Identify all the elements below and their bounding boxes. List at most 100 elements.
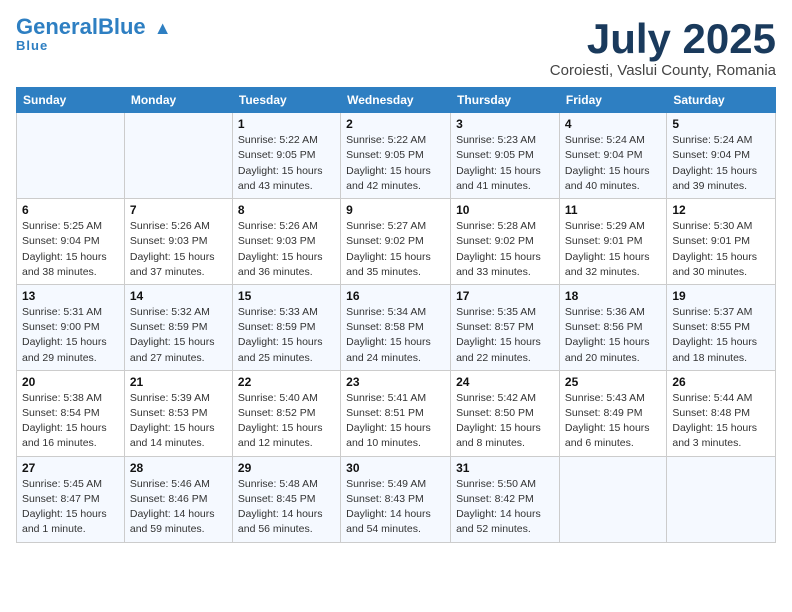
day-cell: 27 Sunrise: 5:45 AM Sunset: 8:47 PM Dayli… <box>17 456 125 542</box>
day-cell <box>559 456 666 542</box>
week-row-2: 6 Sunrise: 5:25 AM Sunset: 9:04 PM Daylig… <box>17 199 776 285</box>
day-detail: Sunrise: 5:23 AM Sunset: 9:05 PM Dayligh… <box>456 133 554 194</box>
day-number: 1 <box>238 117 335 131</box>
day-cell: 20 Sunrise: 5:38 AM Sunset: 8:54 PM Dayli… <box>17 370 125 456</box>
day-number: 29 <box>238 461 335 475</box>
day-number: 5 <box>672 117 770 131</box>
col-wednesday: Wednesday <box>341 88 451 113</box>
day-number: 18 <box>565 289 661 303</box>
day-number: 25 <box>565 375 661 389</box>
day-number: 8 <box>238 203 335 217</box>
day-cell: 8Sunrise: 5:26 AM Sunset: 9:03 PM Daylig… <box>232 199 340 285</box>
day-cell: 7 Sunrise: 5:26 AM Sunset: 9:03 PM Daylig… <box>124 199 232 285</box>
day-cell: 24 Sunrise: 5:42 AM Sunset: 8:50 PM Dayli… <box>451 370 560 456</box>
logo-general: General <box>16 14 98 39</box>
day-cell: 2Sunrise: 5:22 AM Sunset: 9:05 PM Daylig… <box>341 113 451 199</box>
day-detail: Sunrise: 5:26 AM Sunset: 9:03 PM Dayligh… <box>130 219 227 280</box>
day-cell: 19Sunrise: 5:37 AM Sunset: 8:55 PM Dayli… <box>667 284 776 370</box>
day-cell: 17Sunrise: 5:35 AM Sunset: 8:57 PM Dayli… <box>451 284 560 370</box>
day-detail: Sunrise: 5:42 AM Sunset: 8:50 PM Dayligh… <box>456 391 554 452</box>
logo-sub: Blue <box>16 38 48 53</box>
day-number: 16 <box>346 289 445 303</box>
day-number: 14 <box>130 289 227 303</box>
day-number: 26 <box>672 375 770 389</box>
day-cell: 30 Sunrise: 5:49 AM Sunset: 8:43 PM Dayli… <box>341 456 451 542</box>
day-number: 13 <box>22 289 119 303</box>
day-number: 19 <box>672 289 770 303</box>
day-detail: Sunrise: 5:35 AM Sunset: 8:57 PM Dayligh… <box>456 305 554 366</box>
day-cell: 29 Sunrise: 5:48 AM Sunset: 8:45 PM Dayli… <box>232 456 340 542</box>
day-cell: 4Sunrise: 5:24 AM Sunset: 9:04 PM Daylig… <box>559 113 666 199</box>
day-number: 12 <box>672 203 770 217</box>
day-cell: 28Sunrise: 5:46 AM Sunset: 8:46 PM Dayli… <box>124 456 232 542</box>
col-saturday: Saturday <box>667 88 776 113</box>
day-number: 15 <box>238 289 335 303</box>
day-cell: 23Sunrise: 5:41 AM Sunset: 8:51 PM Dayli… <box>341 370 451 456</box>
header: GeneralBlue ▲ Blue July 2025 Coroiesti, … <box>16 16 776 79</box>
calendar-title: July 2025 <box>550 16 776 62</box>
day-cell: 22 Sunrise: 5:40 AM Sunset: 8:52 PM Dayli… <box>232 370 340 456</box>
logo: GeneralBlue ▲ Blue <box>16 16 172 53</box>
day-cell: 6 Sunrise: 5:25 AM Sunset: 9:04 PM Daylig… <box>17 199 125 285</box>
day-detail: Sunrise: 5:33 AM Sunset: 8:59 PM Dayligh… <box>238 305 335 366</box>
day-cell: 16 Sunrise: 5:34 AM Sunset: 8:58 PM Dayli… <box>341 284 451 370</box>
day-number: 27 <box>22 461 119 475</box>
day-cell: 31Sunrise: 5:50 AM Sunset: 8:42 PM Dayli… <box>451 456 560 542</box>
day-cell: 13Sunrise: 5:31 AM Sunset: 9:00 PM Dayli… <box>17 284 125 370</box>
day-number: 28 <box>130 461 227 475</box>
day-cell: 1 Sunrise: 5:22 AM Sunset: 9:05 PM Daylig… <box>232 113 340 199</box>
day-number: 6 <box>22 203 119 217</box>
day-number: 22 <box>238 375 335 389</box>
logo-blue: Blue <box>98 14 146 39</box>
col-sunday: Sunday <box>17 88 125 113</box>
day-number: 21 <box>130 375 227 389</box>
day-number: 4 <box>565 117 661 131</box>
day-number: 10 <box>456 203 554 217</box>
day-detail: Sunrise: 5:49 AM Sunset: 8:43 PM Dayligh… <box>346 477 445 538</box>
week-row-5: 27 Sunrise: 5:45 AM Sunset: 8:47 PM Dayli… <box>17 456 776 542</box>
col-tuesday: Tuesday <box>232 88 340 113</box>
week-row-3: 13Sunrise: 5:31 AM Sunset: 9:00 PM Dayli… <box>17 284 776 370</box>
day-cell: 14 Sunrise: 5:32 AM Sunset: 8:59 PM Dayli… <box>124 284 232 370</box>
day-number: 2 <box>346 117 445 131</box>
day-number: 7 <box>130 203 227 217</box>
day-detail: Sunrise: 5:36 AM Sunset: 8:56 PM Dayligh… <box>565 305 661 366</box>
logo-icon: ▲ <box>154 18 172 38</box>
day-cell: 18 Sunrise: 5:36 AM Sunset: 8:56 PM Dayli… <box>559 284 666 370</box>
col-monday: Monday <box>124 88 232 113</box>
day-detail: Sunrise: 5:39 AM Sunset: 8:53 PM Dayligh… <box>130 391 227 452</box>
day-detail: Sunrise: 5:40 AM Sunset: 8:52 PM Dayligh… <box>238 391 335 452</box>
day-cell: 11Sunrise: 5:29 AM Sunset: 9:01 PM Dayli… <box>559 199 666 285</box>
day-detail: Sunrise: 5:32 AM Sunset: 8:59 PM Dayligh… <box>130 305 227 366</box>
day-number: 30 <box>346 461 445 475</box>
day-cell: 9Sunrise: 5:27 AM Sunset: 9:02 PM Daylig… <box>341 199 451 285</box>
header-row: Sunday Monday Tuesday Wednesday Thursday… <box>17 88 776 113</box>
day-cell: 12 Sunrise: 5:30 AM Sunset: 9:01 PM Dayli… <box>667 199 776 285</box>
title-area: July 2025 Coroiesti, Vaslui County, Roma… <box>550 16 776 79</box>
day-detail: Sunrise: 5:48 AM Sunset: 8:45 PM Dayligh… <box>238 477 335 538</box>
day-number: 23 <box>346 375 445 389</box>
week-row-4: 20 Sunrise: 5:38 AM Sunset: 8:54 PM Dayli… <box>17 370 776 456</box>
day-cell: 25 Sunrise: 5:43 AM Sunset: 8:49 PM Dayli… <box>559 370 666 456</box>
day-number: 24 <box>456 375 554 389</box>
day-detail: Sunrise: 5:45 AM Sunset: 8:47 PM Dayligh… <box>22 477 119 538</box>
day-detail: Sunrise: 5:30 AM Sunset: 9:01 PM Dayligh… <box>672 219 770 280</box>
calendar-table: Sunday Monday Tuesday Wednesday Thursday… <box>16 87 776 542</box>
day-detail: Sunrise: 5:22 AM Sunset: 9:05 PM Dayligh… <box>238 133 335 194</box>
day-detail: Sunrise: 5:25 AM Sunset: 9:04 PM Dayligh… <box>22 219 119 280</box>
day-detail: Sunrise: 5:38 AM Sunset: 8:54 PM Dayligh… <box>22 391 119 452</box>
day-detail: Sunrise: 5:34 AM Sunset: 8:58 PM Dayligh… <box>346 305 445 366</box>
calendar-subtitle: Coroiesti, Vaslui County, Romania <box>550 62 776 79</box>
day-detail: Sunrise: 5:44 AM Sunset: 8:48 PM Dayligh… <box>672 391 770 452</box>
day-cell <box>667 456 776 542</box>
day-cell: 3 Sunrise: 5:23 AM Sunset: 9:05 PM Daylig… <box>451 113 560 199</box>
day-cell: 26 Sunrise: 5:44 AM Sunset: 8:48 PM Dayli… <box>667 370 776 456</box>
day-cell: 10Sunrise: 5:28 AM Sunset: 9:02 PM Dayli… <box>451 199 560 285</box>
day-cell: 15 Sunrise: 5:33 AM Sunset: 8:59 PM Dayli… <box>232 284 340 370</box>
day-cell <box>124 113 232 199</box>
day-number: 3 <box>456 117 554 131</box>
day-number: 20 <box>22 375 119 389</box>
logo-text: GeneralBlue ▲ <box>16 16 172 38</box>
day-detail: Sunrise: 5:43 AM Sunset: 8:49 PM Dayligh… <box>565 391 661 452</box>
day-detail: Sunrise: 5:29 AM Sunset: 9:01 PM Dayligh… <box>565 219 661 280</box>
